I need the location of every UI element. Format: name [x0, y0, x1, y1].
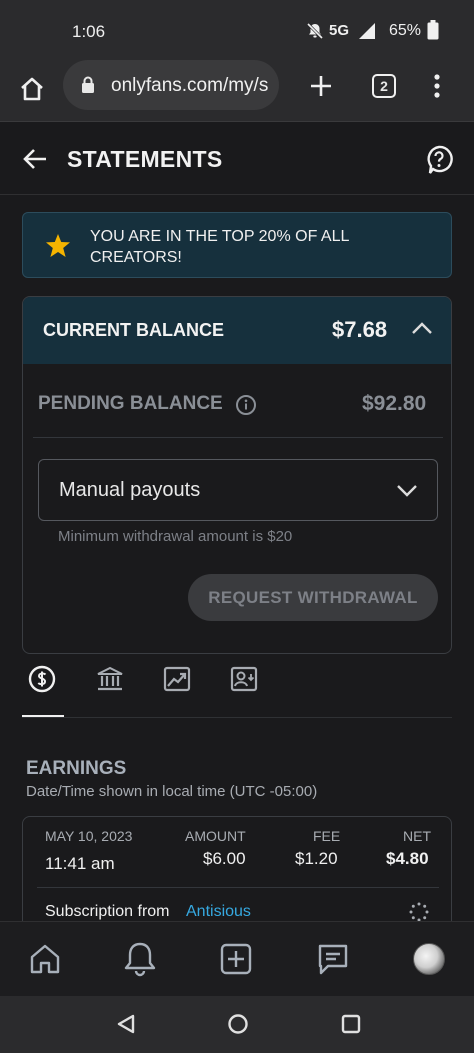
signal-icon: [358, 22, 376, 40]
earnings-title: EARNINGS: [26, 758, 127, 779]
min-withdrawal-note: Minimum withdrawal amount is $20: [58, 528, 293, 545]
entry-fee: $1.20: [295, 849, 338, 868]
entry-amount: $6.00: [203, 849, 246, 868]
current-balance-label: CURRENT BALANCE: [43, 320, 224, 340]
info-icon[interactable]: [235, 394, 257, 416]
subscriber-link[interactable]: Antisious: [186, 903, 251, 921]
statements-tabs: [22, 660, 452, 720]
status-bar: 1:06 5G 65%: [0, 0, 474, 60]
page-title: STATEMENTS: [67, 146, 223, 172]
avatar[interactable]: [413, 943, 445, 975]
bank-icon[interactable]: [95, 665, 125, 693]
top-creator-banner: YOU ARE IN THE TOP 20% OF ALL CREATORS!: [22, 212, 452, 278]
nav-messages-icon[interactable]: [316, 942, 350, 976]
pending-balance-value: $92.80: [362, 392, 427, 415]
entry-description-prefix: Subscription from: [45, 903, 170, 920]
amount-header: AMOUNT: [185, 828, 246, 844]
battery-percent: 65%: [389, 22, 422, 39]
payout-method-select[interactable]: Manual payouts: [38, 459, 438, 521]
chart-icon[interactable]: [163, 665, 191, 693]
chevron-up-icon[interactable]: [411, 321, 433, 335]
home-icon[interactable]: [18, 75, 46, 103]
url-bar[interactable]: onlyfans.com/my/s: [63, 60, 279, 110]
nav-home-icon[interactable]: [28, 942, 62, 976]
current-balance-value: $7.68: [332, 317, 388, 342]
fee-header: FEE: [313, 828, 341, 844]
lock-icon: [81, 76, 95, 94]
system-back-icon[interactable]: [115, 1013, 137, 1035]
bottom-nav: [0, 921, 474, 996]
earnings-subtitle: Date/Time shown in local time (UTC -05:0…: [26, 783, 318, 800]
person-card-icon[interactable]: [230, 665, 258, 693]
star-icon: [45, 233, 71, 258]
divider: [33, 437, 443, 438]
nav-notifications-icon[interactable]: [123, 941, 157, 977]
entry-net: $4.80: [386, 849, 429, 868]
status-time: 1:06: [72, 22, 106, 41]
tabs-divider: [22, 717, 452, 718]
current-balance-row[interactable]: CURRENT BALANCE $7.68: [23, 297, 451, 364]
help-icon[interactable]: [425, 145, 453, 175]
dollar-circle-icon[interactable]: [28, 665, 56, 693]
entry-date: MAY 10, 2023: [45, 828, 133, 844]
tab-switcher-button[interactable]: 2: [372, 74, 396, 98]
mute-notification-icon: [306, 22, 324, 40]
banner-text: YOU ARE IN THE TOP 20% OF ALL CREATORS!: [90, 228, 349, 266]
system-home-icon[interactable]: [227, 1013, 249, 1035]
page-header: STATEMENTS: [0, 123, 474, 195]
payout-method-value: Manual payouts: [59, 479, 201, 501]
entry-divider: [37, 887, 439, 888]
browser-toolbar: onlyfans.com/my/s 2: [0, 60, 474, 122]
balance-card: CURRENT BALANCE $7.68 PENDING BALANCE $9…: [22, 296, 452, 654]
chevron-down-icon: [396, 484, 418, 498]
new-tab-icon[interactable]: [308, 73, 334, 99]
pending-balance-label: PENDING BALANCE: [38, 393, 223, 414]
net-header: NET: [403, 828, 431, 844]
loading-spinner-icon: [409, 902, 429, 922]
request-withdrawal-button[interactable]: REQUEST WITHDRAWAL: [188, 574, 438, 621]
nav-add-post-icon[interactable]: [220, 943, 252, 975]
battery-icon: [427, 20, 439, 40]
network-type: 5G: [329, 22, 350, 39]
more-menu-icon[interactable]: [433, 73, 441, 99]
url-text: onlyfans.com/my/s: [111, 75, 269, 96]
entry-time: 11:41 am: [45, 854, 115, 873]
tab-count: 2: [380, 78, 388, 94]
system-nav-bar: [0, 996, 474, 1053]
back-arrow-icon[interactable]: [22, 146, 48, 172]
system-recents-icon[interactable]: [341, 1014, 361, 1034]
